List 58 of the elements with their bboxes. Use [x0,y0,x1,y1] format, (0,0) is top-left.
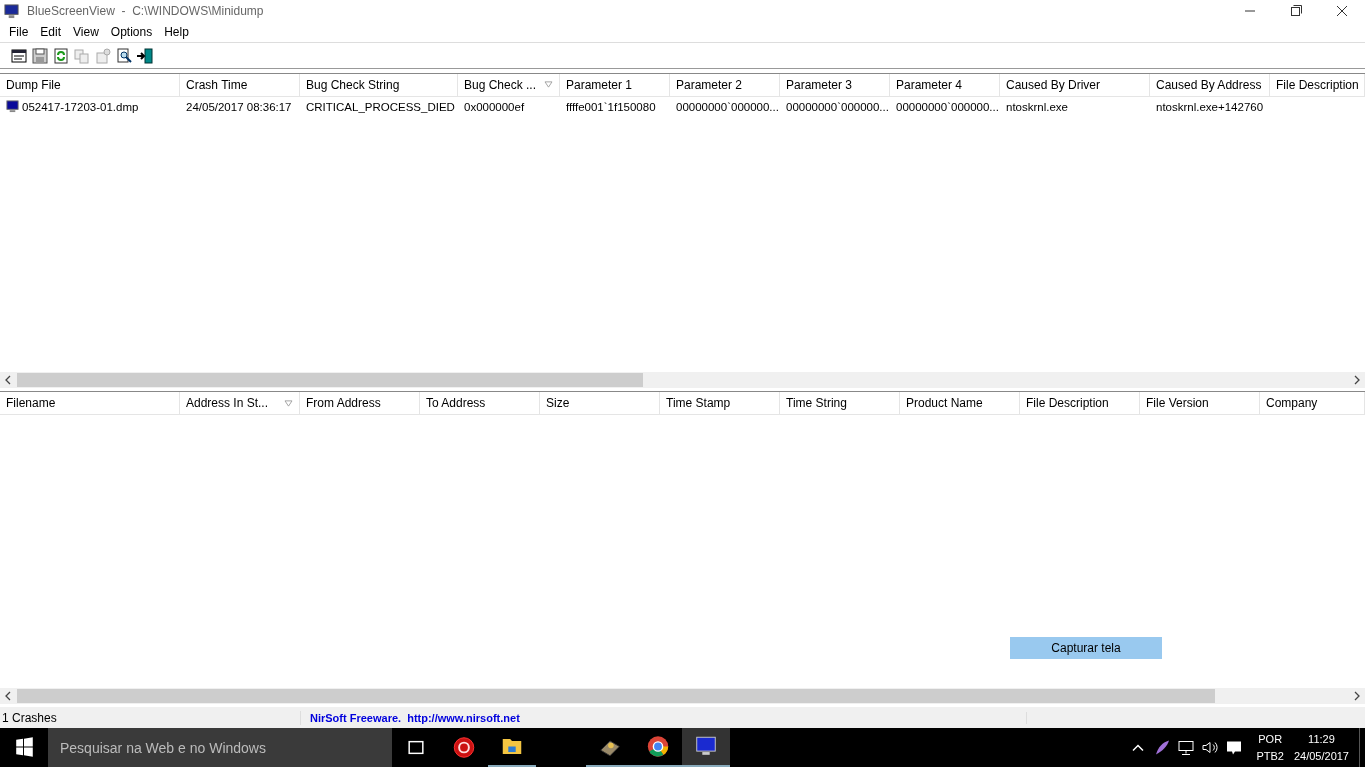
search-field[interactable]: Pesquisar na Web e no Windows [48,728,392,767]
column-header[interactable]: File Description [1270,73,1365,96]
monitor-icon [6,100,19,114]
monitor-icon[interactable] [682,728,730,767]
menu-item[interactable]: Options [104,25,159,39]
credit-link[interactable]: NirSoft Freeware. http://www.nirsoft.net [301,711,1027,724]
column-header[interactable]: Time String [780,392,900,415]
column-header[interactable]: Company [1260,392,1365,415]
menu-item[interactable]: View [67,25,105,39]
column-header[interactable]: Parameter 3 [780,73,890,96]
table-cell: 052417-17203-01.dmp [22,100,139,113]
column-header[interactable]: Dump File [0,73,180,96]
window-title: BlueScreenView - C:\WINDOWS\Minidump [27,4,264,18]
column-header[interactable]: Caused By Address [1150,73,1270,96]
column-header[interactable]: Parameter 4 [890,73,1000,96]
search-icon[interactable] [115,46,133,65]
menu-item[interactable]: Help [158,25,195,39]
table-cell: 00000000`000000... [786,100,889,113]
table-cell: ntoskrnl.exe [1006,100,1068,113]
column-header[interactable]: From Address [300,392,420,415]
capture-screen-button[interactable]: Capturar tela [1010,637,1162,660]
language-indicator[interactable]: POR [1258,730,1283,748]
column-header[interactable]: Product Name [900,392,1020,415]
column-header[interactable]: To Address [420,392,540,415]
properties-icon[interactable] [10,46,28,65]
clock-time[interactable]: 11:29 [1308,730,1335,748]
sort-arrow-icon [284,400,293,407]
sort-arrow-icon [544,81,553,89]
table-cell: ntoskrnl.exe+142760 [1156,100,1264,113]
column-header[interactable]: Bug Check ... [458,73,560,96]
menu-item[interactable]: Edit [34,25,68,39]
crash-count: 1 Crashes [0,710,301,725]
table-cell: 0x000000ef [464,100,525,113]
column-header[interactable]: Filename [0,392,180,415]
column-header[interactable]: Address In St... [180,392,300,415]
monitor-icon [4,3,19,19]
column-header[interactable]: File Version [1140,392,1260,415]
menu-item[interactable]: File [3,25,35,39]
save-icon[interactable] [31,46,49,65]
scrollbar-thumb[interactable] [17,689,1215,704]
column-header[interactable]: Parameter 2 [670,73,780,96]
column-header[interactable]: Size [540,392,660,415]
table-cell: 00000000`000000... [896,100,999,113]
column-header[interactable]: Parameter 1 [560,73,670,96]
refresh-icon[interactable] [52,46,70,65]
column-header[interactable]: Time Stamp [660,392,780,415]
table-cell: 00000000`000000... [676,100,779,113]
table-cell: ffffe001`1f150080 [566,100,656,113]
column-header[interactable]: File Description [1020,392,1140,415]
column-header[interactable]: Crash Time [180,73,300,96]
column-header[interactable]: Bug Check String [300,73,458,96]
table-cell: 24/05/2017 08:36:17 [186,100,292,113]
scrollbar-thumb[interactable] [17,373,643,388]
column-header[interactable]: Caused By Driver [1000,73,1150,96]
keyboard-layout[interactable]: PTB2 [1256,747,1284,765]
table-cell: CRITICAL_PROCESS_DIED [306,100,455,113]
exit-door-icon[interactable] [136,46,154,65]
clock-date[interactable]: 24/05/2017 [1293,747,1349,765]
